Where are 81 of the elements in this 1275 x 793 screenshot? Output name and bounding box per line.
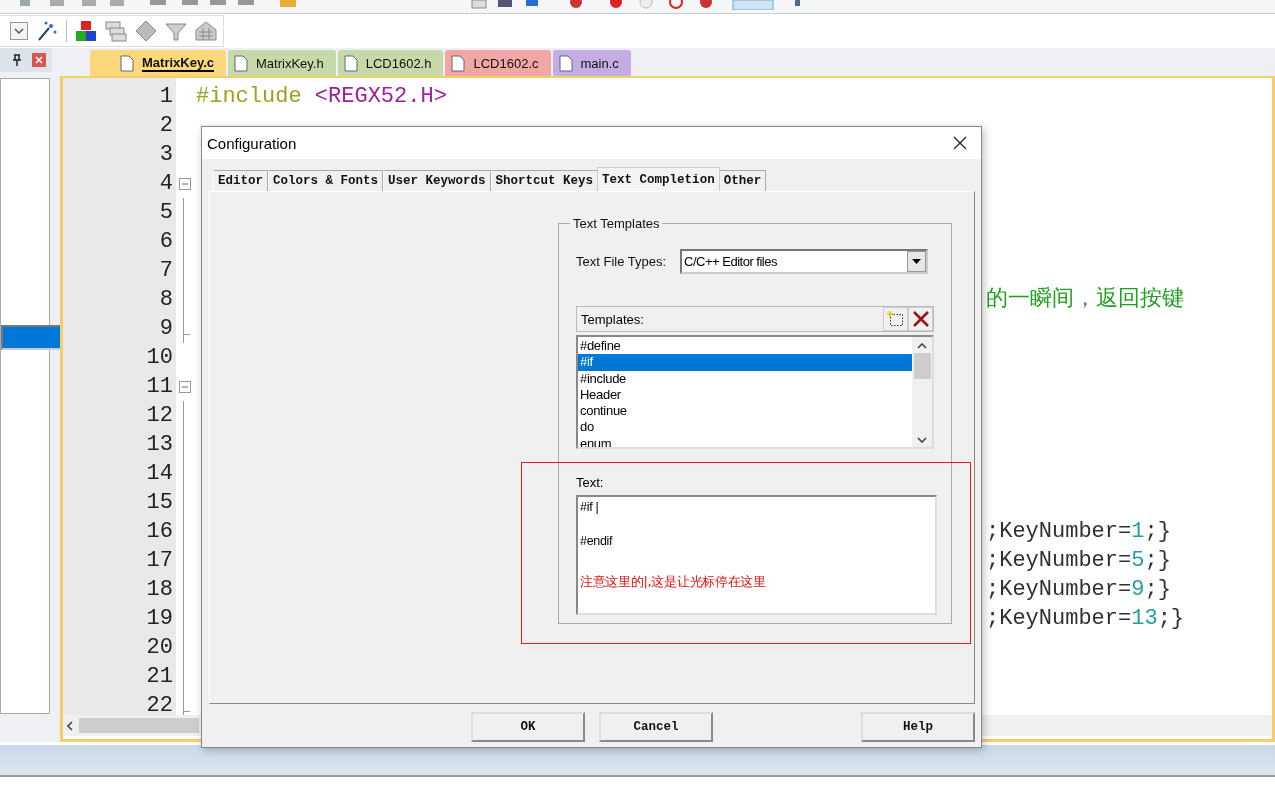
funnel-icon[interactable]: [165, 20, 187, 42]
field-label: Text File Types:: [576, 254, 667, 269]
line-number: 11: [145, 373, 173, 401]
file-types-dropdown[interactable]: C/C++ Editor files: [680, 249, 929, 274]
vertical-scrollbar[interactable]: [912, 337, 932, 447]
template-item[interactable]: #define: [578, 338, 912, 355]
code-text: #include <REGX52.H>: [196, 84, 447, 109]
file-tab[interactable]: main.c: [552, 50, 631, 76]
line-number: 8: [158, 286, 173, 314]
pin-icon[interactable]: [12, 54, 22, 66]
blocks-icon[interactable]: [75, 20, 97, 42]
line-number: 5: [158, 199, 173, 227]
line-number: 22: [145, 692, 173, 715]
code-text: ;KeyNumber=13;}: [986, 606, 1185, 631]
cancel-button[interactable]: Cancel: [599, 712, 713, 742]
line-number: 16: [145, 518, 173, 546]
annotation-text: 注意这里的|,这是让光标停在这里: [580, 573, 767, 591]
file-tab[interactable]: MatrixKey.c: [90, 50, 226, 76]
close-icon[interactable]: [953, 136, 967, 150]
dialog-tab[interactable]: Other: [718, 170, 767, 191]
template-text: #if | #endif: [580, 499, 613, 550]
line-number: 6: [158, 228, 173, 256]
ok-button[interactable]: OK: [471, 712, 585, 742]
line-number: 15: [145, 489, 173, 517]
document-icon: [558, 54, 573, 72]
windows-icon[interactable]: [105, 20, 127, 42]
collapse-icon[interactable]: [178, 177, 191, 190]
code-text: ;KeyNumber=9;}: [986, 577, 1171, 602]
template-item[interactable]: continue: [578, 403, 912, 420]
line-number: 2: [158, 112, 173, 140]
dropdown-icon[interactable]: [10, 22, 28, 40]
diamond-icon[interactable]: [135, 20, 157, 42]
document-icon: [343, 54, 358, 72]
file-tab[interactable]: MatrixKey.h: [228, 50, 336, 76]
help-button[interactable]: Help: [861, 712, 975, 742]
field-label: Templates:: [581, 311, 644, 327]
line-number: 19: [145, 605, 173, 633]
line-number: 7: [158, 257, 173, 285]
line-number: 13: [145, 431, 173, 459]
scroll-thumb[interactable]: [913, 353, 931, 379]
dropdown-arrow-icon[interactable]: [912, 259, 922, 264]
line-number: 17: [145, 547, 173, 575]
template-item[interactable]: do: [578, 419, 912, 436]
dialog-tab[interactable]: Text Completion: [597, 167, 720, 191]
line-number: 3: [158, 141, 173, 169]
line-number: 10: [145, 344, 173, 372]
delete-button[interactable]: [908, 307, 933, 331]
window-title: Configuration: [207, 134, 297, 152]
template-item[interactable]: #include: [578, 370, 912, 387]
scroll-thumb[interactable]: [79, 718, 199, 733]
line-number: 9: [158, 315, 173, 343]
document-icon: [451, 54, 466, 72]
group-title: Text Templates: [572, 216, 661, 231]
wand-icon[interactable]: [36, 20, 58, 42]
dialog-tab[interactable]: Shortcut Keys: [490, 170, 599, 191]
dialog-tab[interactable]: User Keywords: [383, 170, 491, 191]
code-text: ;KeyNumber=5;}: [986, 548, 1171, 573]
text-area[interactable]: #if | #endif 注意这里的|,这是让光标停在这里: [576, 495, 937, 615]
document-icon: [234, 54, 248, 72]
template-item[interactable]: Header: [578, 386, 912, 404]
line-number: 21: [145, 663, 173, 691]
line-number: 4: [158, 170, 173, 198]
field-label: Text:: [576, 475, 605, 490]
line-number: 20: [145, 634, 173, 662]
collapse-icon[interactable]: [178, 380, 191, 393]
line-number: 12: [145, 402, 173, 430]
template-item[interactable]: enum: [578, 435, 912, 447]
dialog-tab[interactable]: Colors & Fonts: [268, 170, 384, 191]
document-icon: [120, 54, 134, 72]
line-number: 14: [145, 460, 173, 488]
code-text: 的一瞬间，返回按键: [986, 287, 1184, 312]
file-tab[interactable]: LCD1602.c: [445, 50, 551, 76]
code-text: ;KeyNumber=1;}: [986, 519, 1171, 544]
line-number: 1: [158, 83, 173, 111]
grid-icon[interactable]: [195, 20, 217, 42]
template-item[interactable]: #if: [578, 354, 912, 371]
line-number: 18: [145, 576, 173, 604]
close-button[interactable]: [32, 53, 46, 67]
file-tab[interactable]: LCD1602.h: [337, 50, 444, 76]
dialog-tab[interactable]: Editor: [213, 170, 268, 191]
new-template-button[interactable]: [883, 307, 908, 331]
